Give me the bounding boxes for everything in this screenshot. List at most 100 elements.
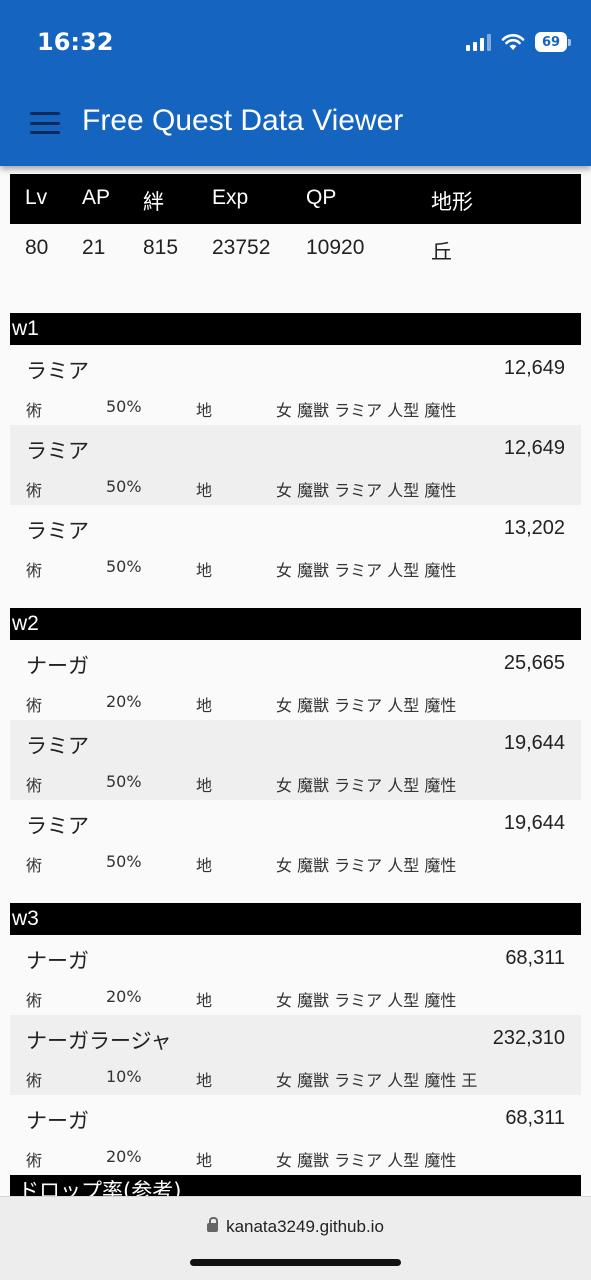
quest-info-values: 80 21 815 23752 10920 丘 xyxy=(10,224,581,274)
wave-section: w3 ナーガ 68,311 術 20% 地 女 魔獣 ラミア 人型 魔性 ナーガ… xyxy=(10,903,581,1175)
enemy-name: ラミア xyxy=(26,519,89,543)
header-bond: 絆 xyxy=(143,191,164,214)
enemy-rate: 50% xyxy=(106,852,142,871)
enemy-class: 術 xyxy=(26,481,43,500)
enemy-hp: 19,644 xyxy=(503,732,565,754)
cellular-signal-icon xyxy=(466,33,491,51)
quest-info-table: Lv AP 絆 Exp QP 地形 80 21 815 23752 10920 … xyxy=(10,174,581,274)
enemy-name: ラミア xyxy=(26,734,89,758)
value-terrain: 丘 xyxy=(431,241,452,264)
enemy-rate: 50% xyxy=(106,557,142,576)
enemy-traits: 女 魔獣 ラミア 人型 魔性 xyxy=(276,991,457,1010)
enemy-class: 術 xyxy=(26,776,43,795)
enemy-hp: 12,649 xyxy=(503,357,565,379)
wifi-icon xyxy=(501,34,525,50)
app-title: Free Quest Data Viewer xyxy=(82,104,404,137)
enemy-traits: 女 魔獣 ラミア 人型 魔性 xyxy=(276,401,457,420)
drop-rate-header: ドロップ率(参考) xyxy=(10,1175,581,1196)
enemy-rate: 20% xyxy=(106,987,142,1006)
value-lv: 80 xyxy=(25,236,49,259)
enemy-row[interactable]: ラミア 19,644 術 50% 地 女 魔獣 ラミア 人型 魔性 xyxy=(10,720,581,800)
battery-icon: 69 xyxy=(535,32,571,52)
enemy-traits: 女 魔獣 ラミア 人型 魔性 xyxy=(276,696,457,715)
enemy-row[interactable]: ラミア 12,649 術 50% 地 女 魔獣 ラミア 人型 魔性 xyxy=(10,425,581,505)
wave-section: w2 ナーガ 25,665 術 20% 地 女 魔獣 ラミア 人型 魔性 ラミア… xyxy=(10,608,581,880)
url-display[interactable]: kanata3249.github.io xyxy=(0,1217,591,1237)
enemy-name: ナーガ xyxy=(26,1109,89,1133)
enemy-attribute: 地 xyxy=(196,1151,213,1170)
value-bond: 815 xyxy=(143,236,179,259)
enemy-class: 術 xyxy=(26,991,43,1010)
app-bar: 16:32 69 Free Quest Data Viewer xyxy=(0,0,591,166)
enemy-traits: 女 魔獣 ラミア 人型 魔性 xyxy=(276,481,457,500)
header-ap: AP xyxy=(82,186,111,209)
enemy-name: ナーガラージャ xyxy=(26,1029,172,1053)
enemy-row[interactable]: ナーガラージャ 232,310 術 10% 地 女 魔獣 ラミア 人型 魔性 王 xyxy=(10,1015,581,1095)
enemy-attribute: 地 xyxy=(196,561,213,580)
wave-header: w3 xyxy=(10,903,581,935)
home-indicator[interactable] xyxy=(190,1259,401,1266)
enemy-traits: 女 魔獣 ラミア 人型 魔性 xyxy=(276,776,457,795)
enemy-attribute: 地 xyxy=(196,856,213,875)
status-time: 16:32 xyxy=(37,28,114,56)
enemy-attribute: 地 xyxy=(196,481,213,500)
enemy-row[interactable]: ラミア 12,649 術 50% 地 女 魔獣 ラミア 人型 魔性 xyxy=(10,345,581,425)
enemy-hp: 19,644 xyxy=(503,812,565,834)
enemy-rate: 50% xyxy=(106,772,142,791)
header-qp: QP xyxy=(306,186,337,209)
quest-info-header: Lv AP 絆 Exp QP 地形 xyxy=(10,174,581,224)
enemy-attribute: 地 xyxy=(196,776,213,795)
hamburger-menu-icon[interactable] xyxy=(30,112,60,134)
enemy-row[interactable]: ラミア 13,202 術 50% 地 女 魔獣 ラミア 人型 魔性 xyxy=(10,505,581,585)
value-exp: 23752 xyxy=(212,236,271,259)
enemy-rate: 50% xyxy=(106,397,142,416)
wave-header: w2 xyxy=(10,608,581,640)
enemy-row[interactable]: ナーガ 68,311 術 20% 地 女 魔獣 ラミア 人型 魔性 xyxy=(10,1095,581,1175)
enemy-traits: 女 魔獣 ラミア 人型 魔性 王 xyxy=(276,1071,478,1090)
browser-address-bar[interactable]: kanata3249.github.io xyxy=(0,1196,591,1280)
enemy-attribute: 地 xyxy=(196,696,213,715)
header-terrain: 地形 xyxy=(431,191,473,214)
header-exp: Exp xyxy=(212,186,249,209)
url-text: kanata3249.github.io xyxy=(226,1217,384,1236)
enemy-name: ナーガ xyxy=(26,949,89,973)
enemy-hp: 232,310 xyxy=(492,1027,565,1049)
enemy-hp: 68,311 xyxy=(505,1107,565,1129)
main-content[interactable]: Lv AP 絆 Exp QP 地形 80 21 815 23752 10920 … xyxy=(0,166,591,1196)
lock-icon xyxy=(207,1217,219,1232)
enemy-rate: 50% xyxy=(106,477,142,496)
enemy-name: ラミア xyxy=(26,439,89,463)
enemy-class: 術 xyxy=(26,561,43,580)
enemy-rate: 10% xyxy=(106,1067,142,1086)
enemy-hp: 13,202 xyxy=(503,517,565,539)
enemy-row[interactable]: ナーガ 25,665 術 20% 地 女 魔獣 ラミア 人型 魔性 xyxy=(10,640,581,720)
enemy-hp: 25,665 xyxy=(503,652,565,674)
enemy-class: 術 xyxy=(26,1151,43,1170)
enemy-row[interactable]: ラミア 19,644 術 50% 地 女 魔獣 ラミア 人型 魔性 xyxy=(10,800,581,880)
enemy-class: 術 xyxy=(26,856,43,875)
enemy-class: 術 xyxy=(26,696,43,715)
enemy-traits: 女 魔獣 ラミア 人型 魔性 xyxy=(276,856,457,875)
wave-section: w1 ラミア 12,649 術 50% 地 女 魔獣 ラミア 人型 魔性 ラミア… xyxy=(10,313,581,585)
enemy-class: 術 xyxy=(26,1071,43,1090)
enemy-hp: 68,311 xyxy=(505,947,565,969)
enemy-traits: 女 魔獣 ラミア 人型 魔性 xyxy=(276,1151,457,1170)
enemy-attribute: 地 xyxy=(196,991,213,1010)
value-qp: 10920 xyxy=(306,236,365,259)
enemy-name: ラミア xyxy=(26,359,89,383)
enemy-traits: 女 魔獣 ラミア 人型 魔性 xyxy=(276,561,457,580)
wave-header: w1 xyxy=(10,313,581,345)
enemy-hp: 12,649 xyxy=(503,437,565,459)
enemy-row[interactable]: ナーガ 68,311 術 20% 地 女 魔獣 ラミア 人型 魔性 xyxy=(10,935,581,1015)
battery-level: 69 xyxy=(535,32,567,52)
enemy-rate: 20% xyxy=(106,692,142,711)
enemy-rate: 20% xyxy=(106,1147,142,1166)
status-icons: 69 xyxy=(466,32,571,52)
enemy-name: ナーガ xyxy=(26,654,89,678)
value-ap: 21 xyxy=(82,236,106,259)
enemy-attribute: 地 xyxy=(196,401,213,420)
enemy-attribute: 地 xyxy=(196,1071,213,1090)
enemy-class: 術 xyxy=(26,401,43,420)
header-lv: Lv xyxy=(25,186,48,209)
enemy-name: ラミア xyxy=(26,814,89,838)
